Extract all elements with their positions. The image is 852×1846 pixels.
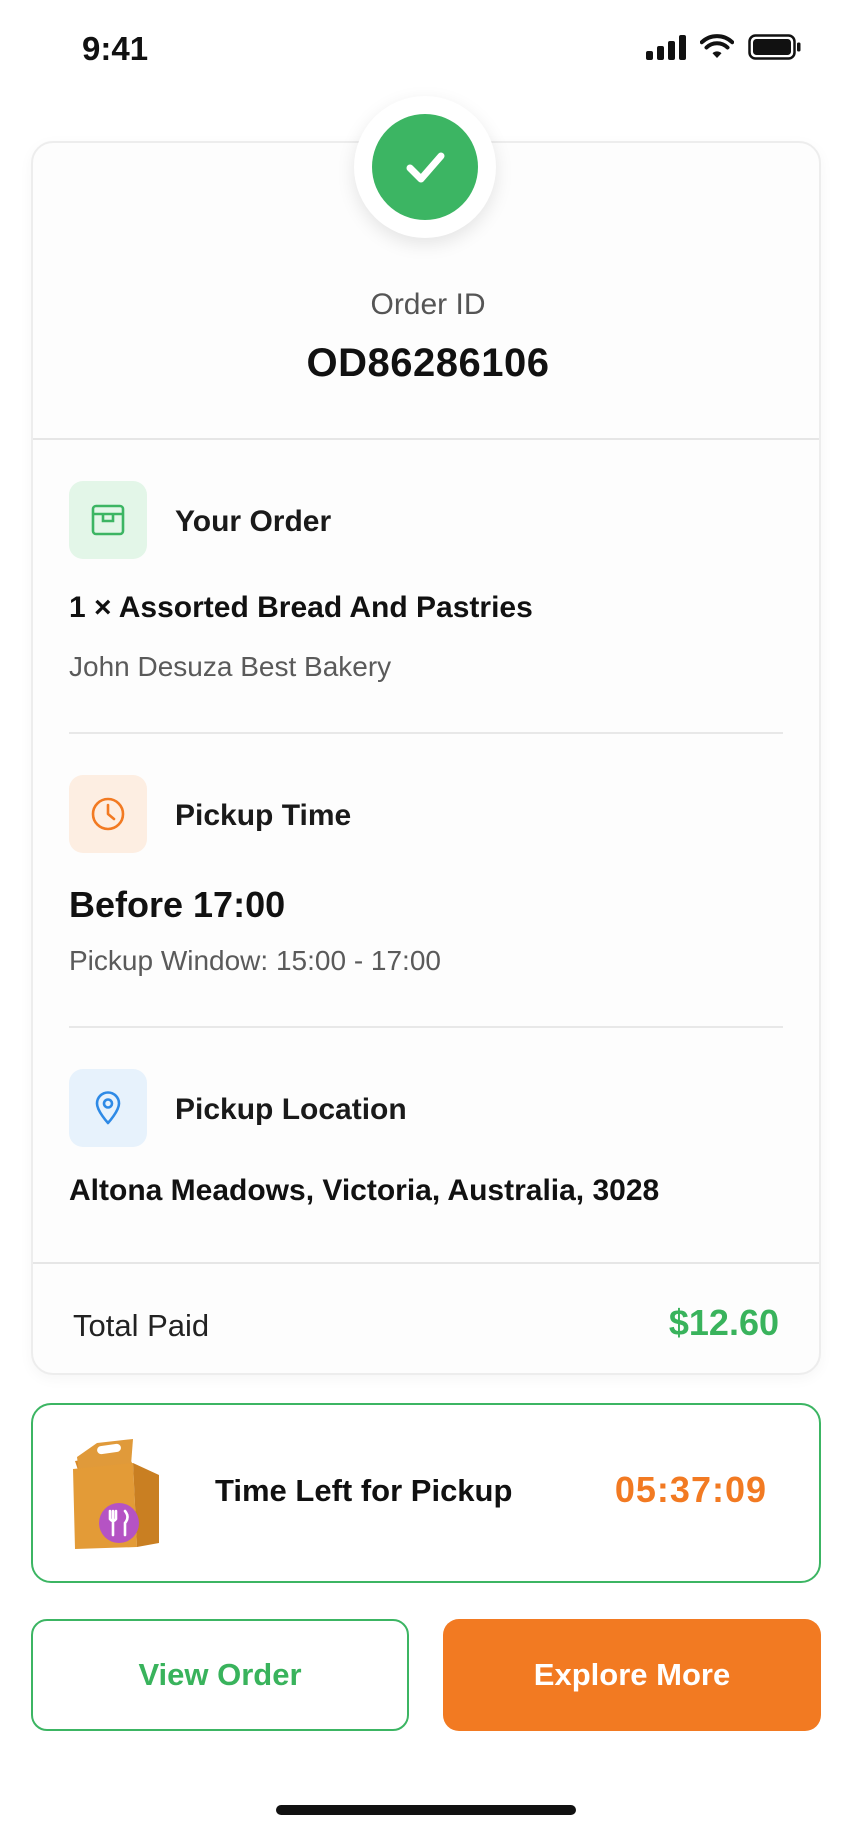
checkmark-icon bbox=[372, 114, 478, 220]
pickup-window: Pickup Window: 15:00 - 17:00 bbox=[69, 945, 441, 976]
timer-label: Time Left for Pickup bbox=[215, 1473, 513, 1508]
pickup-timer-card: Time Left for Pickup 05:37:09 bbox=[31, 1403, 821, 1583]
order-item: 1 × Assorted Bread And Pastries bbox=[69, 591, 533, 624]
explore-more-button[interactable]: Explore More bbox=[443, 1619, 821, 1731]
battery-icon bbox=[748, 34, 801, 60]
wifi-icon bbox=[700, 34, 734, 58]
cellular-signal-icon bbox=[646, 34, 686, 60]
your-order-title: Your Order bbox=[175, 505, 332, 538]
status-icons bbox=[646, 34, 802, 60]
order-id-label: Order ID bbox=[370, 288, 486, 321]
box-icon bbox=[69, 481, 147, 559]
total-paid-value: $12.60 bbox=[668, 1302, 779, 1343]
divider bbox=[33, 1262, 819, 1264]
timer-countdown: 05:37:09 bbox=[614, 1469, 767, 1510]
location-pin-icon bbox=[69, 1069, 147, 1147]
status-bar: 9:41 bbox=[0, 0, 852, 100]
clock-icon bbox=[69, 775, 147, 853]
view-order-button[interactable]: View Order bbox=[31, 1619, 409, 1731]
divider bbox=[33, 438, 819, 440]
pickup-time-value: Before 17:00 bbox=[69, 884, 286, 925]
order-summary-card: Order ID OD86286106 Your Order 1 × Assor… bbox=[31, 141, 821, 1375]
pickup-time-title: Pickup Time bbox=[175, 799, 352, 832]
pickup-address: Altona Meadows, Victoria, Australia, 302… bbox=[69, 1174, 660, 1207]
divider bbox=[69, 732, 783, 734]
total-paid-label: Total Paid bbox=[73, 1308, 210, 1343]
success-badge bbox=[354, 96, 496, 238]
pickup-location-title: Pickup Location bbox=[175, 1093, 407, 1126]
order-id-value: OD86286106 bbox=[306, 341, 550, 385]
home-indicator[interactable] bbox=[276, 1805, 576, 1815]
store-name: John Desuza Best Bakery bbox=[69, 651, 392, 682]
status-time: 9:41 bbox=[82, 30, 149, 67]
food-bag-icon bbox=[73, 1439, 159, 1549]
divider bbox=[69, 1026, 783, 1028]
